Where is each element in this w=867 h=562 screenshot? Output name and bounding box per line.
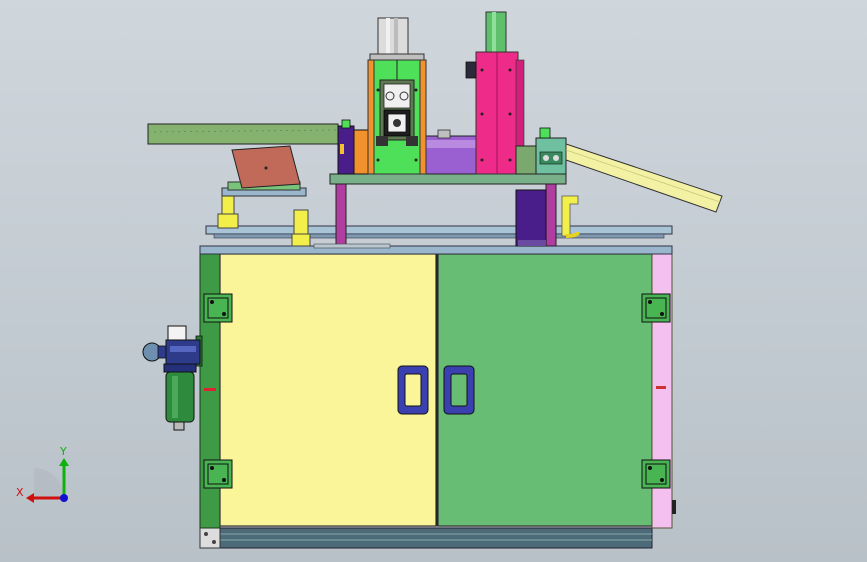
cad-viewport[interactable]: X Y bbox=[0, 0, 867, 562]
press-left bbox=[367, 17, 427, 175]
column-right bbox=[545, 179, 557, 247]
machine-drawing: X Y bbox=[16, 11, 723, 549]
air-filter-regulator bbox=[142, 325, 203, 431]
press-left-cylinder bbox=[377, 17, 409, 55]
orientation-triad: X Y bbox=[16, 445, 69, 503]
column-left bbox=[335, 179, 347, 247]
left-tray bbox=[221, 145, 307, 197]
feeder-beam bbox=[147, 123, 339, 145]
hinge-bottom-left bbox=[203, 459, 233, 489]
caster-corner bbox=[199, 527, 221, 549]
cabinet-plinth bbox=[219, 527, 653, 549]
cabinet bbox=[199, 245, 676, 549]
door-handle-left[interactable] bbox=[397, 365, 429, 415]
yellow-cylinder-left bbox=[217, 195, 239, 229]
hinge-top-right bbox=[641, 293, 671, 323]
door-handle-right[interactable] bbox=[443, 365, 475, 415]
triad-y-label: Y bbox=[59, 445, 67, 458]
triad-x-label: X bbox=[16, 486, 24, 499]
left-guide-block bbox=[337, 119, 369, 175]
drive-block bbox=[515, 189, 547, 247]
yellow-cylinder-mid bbox=[291, 209, 311, 247]
triad-z-axis bbox=[60, 494, 68, 502]
hinge-top-left bbox=[203, 293, 233, 323]
discharge-chute bbox=[565, 143, 723, 213]
hinge-bottom-right bbox=[641, 459, 671, 489]
cabinet-top-plate bbox=[199, 245, 673, 255]
mid-plate bbox=[205, 225, 673, 239]
upper-platform bbox=[329, 173, 567, 185]
